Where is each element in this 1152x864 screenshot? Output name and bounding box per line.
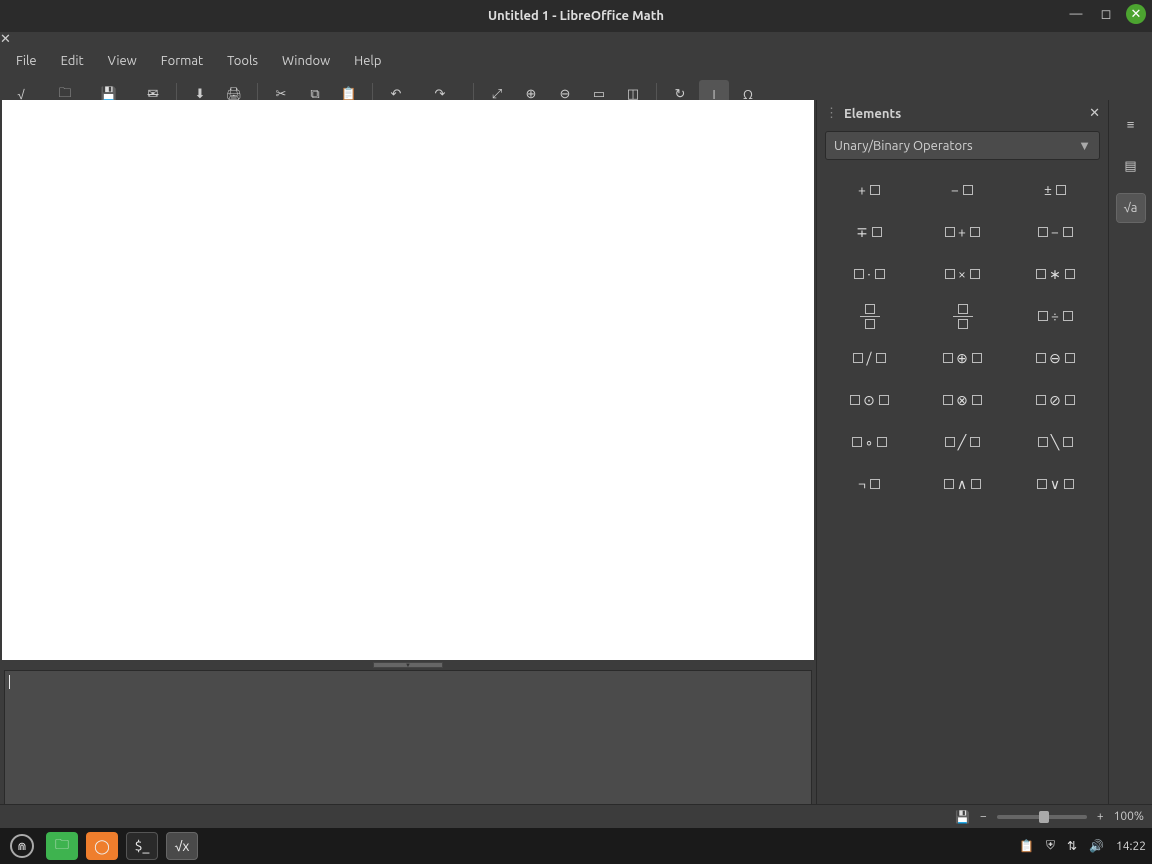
- menu-window[interactable]: Window: [272, 50, 340, 72]
- taskbar: ⋒ 🗀 ◯ $_ √x 📋 ⛨ ⇅ 🔊 14:22: [0, 828, 1152, 864]
- operator-fraction[interactable]: [825, 298, 914, 334]
- operator-division-slash[interactable]: /: [825, 340, 914, 376]
- category-label: Unary/Binary Operators: [834, 139, 973, 153]
- zoom-level[interactable]: 100%: [1114, 810, 1144, 823]
- operator-concatenate[interactable]: ∘: [825, 424, 914, 460]
- tray-volume-icon[interactable]: 🔊: [1089, 839, 1104, 853]
- save-status-icon[interactable]: 💾: [955, 810, 970, 824]
- menu-file[interactable]: File: [6, 50, 47, 72]
- taskbar-files-button[interactable]: 🗀: [46, 832, 78, 860]
- operator-mult-cross[interactable]: ×: [918, 256, 1007, 292]
- operator-mult-dot[interactable]: ·: [825, 256, 914, 292]
- menu-view[interactable]: View: [98, 50, 147, 72]
- operators-grid: +−±∓+−·×∗÷/⊕⊖⊙⊗⊘∘╱╲¬∧∨: [817, 164, 1108, 510]
- operator-circled-times[interactable]: ⊗: [918, 382, 1007, 418]
- operator-circled-slash[interactable]: ⊘: [1011, 382, 1100, 418]
- close-document-button[interactable]: ✕: [0, 32, 1152, 47]
- tray-shield-icon[interactable]: ⛨: [1046, 839, 1055, 853]
- operator-minusplus-sign[interactable]: ∓: [825, 214, 914, 250]
- operator-division-obelus[interactable]: ÷: [1011, 298, 1100, 334]
- operator-wideslash[interactable]: ╱: [918, 424, 1007, 460]
- elements-panel: ⋮ Elements ✕ Unary/Binary Operators ▼ +−…: [816, 100, 1108, 824]
- tray-clipboard-icon[interactable]: 📋: [1019, 839, 1034, 853]
- menu-help[interactable]: Help: [344, 50, 391, 72]
- zoom-slider[interactable]: [997, 815, 1087, 819]
- operator-boolean-or[interactable]: ∨: [1011, 466, 1100, 502]
- operator-circled-dot[interactable]: ⊙: [825, 382, 914, 418]
- formula-preview[interactable]: [0, 100, 816, 660]
- operator-plusminus-sign[interactable]: ±: [1011, 172, 1100, 208]
- operator-subtraction[interactable]: −: [1011, 214, 1100, 250]
- operator-plus-sign[interactable]: +: [825, 172, 914, 208]
- sidebar-elements-button[interactable]: √a: [1117, 194, 1145, 222]
- operator-wideslash-frac[interactable]: [918, 298, 1007, 334]
- grip-icon[interactable]: ⋮: [825, 106, 838, 121]
- operator-boolean-and[interactable]: ∧: [918, 466, 1007, 502]
- sidebar-properties-button[interactable]: ▤: [1117, 152, 1145, 180]
- taskbar-terminal-button[interactable]: $_: [126, 832, 158, 860]
- statusbar: 💾 − + 100%: [0, 804, 1152, 828]
- operator-circled-plus[interactable]: ⊕: [918, 340, 1007, 376]
- menu-format[interactable]: Format: [151, 50, 213, 72]
- minimize-button[interactable]: —: [1066, 4, 1086, 24]
- start-menu-button[interactable]: ⋒: [6, 832, 38, 860]
- close-button[interactable]: ✕: [1126, 4, 1146, 24]
- operator-boolean-not[interactable]: ¬: [825, 466, 914, 502]
- operator-widebslash[interactable]: ╲: [1011, 424, 1100, 460]
- operator-circled-minus[interactable]: ⊖: [1011, 340, 1100, 376]
- operator-addition[interactable]: +: [918, 214, 1007, 250]
- elements-panel-title: Elements: [844, 107, 1089, 121]
- splitter[interactable]: ▼: [0, 660, 816, 670]
- commands-editor[interactable]: [4, 670, 812, 820]
- operator-mult-star[interactable]: ∗: [1011, 256, 1100, 292]
- zoom-out-icon[interactable]: −: [980, 810, 987, 823]
- menu-tools[interactable]: Tools: [217, 50, 268, 72]
- sidebar-strip: ≡ ▤ √a: [1108, 100, 1152, 824]
- category-dropdown[interactable]: Unary/Binary Operators ▼: [825, 131, 1100, 160]
- menubar: FileEditViewFormatToolsWindowHelp: [0, 47, 1152, 75]
- taskbar-firefox-button[interactable]: ◯: [86, 832, 118, 860]
- tray-network-icon[interactable]: ⇅: [1067, 839, 1077, 853]
- sidebar-settings-button[interactable]: ≡: [1117, 110, 1145, 138]
- operator-minus-sign[interactable]: −: [918, 172, 1007, 208]
- menu-edit[interactable]: Edit: [51, 50, 94, 72]
- maximize-button[interactable]: ◻: [1096, 4, 1116, 24]
- elements-panel-close[interactable]: ✕: [1089, 106, 1100, 121]
- chevron-down-icon: ▼: [1078, 138, 1091, 153]
- tray-clock[interactable]: 14:22: [1116, 840, 1146, 853]
- taskbar-libreoffice-math-button[interactable]: √x: [166, 832, 198, 860]
- titlebar: Untitled 1 - LibreOffice Math — ◻ ✕: [0, 0, 1152, 32]
- zoom-in-icon[interactable]: +: [1097, 810, 1104, 823]
- window-title: Untitled 1 - LibreOffice Math: [488, 9, 664, 23]
